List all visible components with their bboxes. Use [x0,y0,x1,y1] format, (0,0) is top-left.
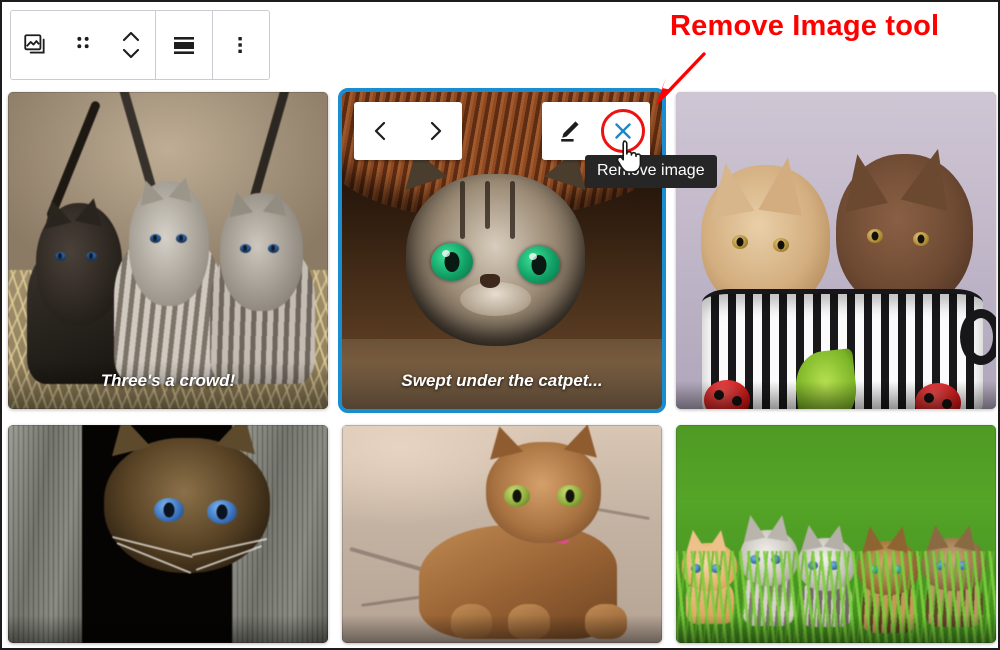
cat-head [482,425,605,543]
kitten-eye-right [207,500,238,525]
drag-handle-icon[interactable] [59,11,107,79]
floor [342,339,662,409]
remove-image-button[interactable] [596,102,650,160]
gallery-image-mug-kittens[interactable] [676,92,996,409]
gallery-block-editor: Remove Image tool Three's a crowd! Swept… [0,0,1000,650]
cat-face [394,144,597,346]
gallery-figure[interactable]: Three's a crowd! [8,92,328,409]
image-nav-controls [354,102,462,160]
move-updown-icon[interactable] [107,11,155,79]
photo-mug-kittens [676,92,996,409]
close-icon [615,123,631,139]
move-image-backward-button[interactable] [354,102,408,160]
block-toolbar [10,10,270,80]
kitten-head [103,425,271,574]
move-image-forward-button[interactable] [408,102,462,160]
photo-three-kittens [8,92,328,409]
remove-image-tooltip: Remove image [585,155,717,188]
block-toolbar-group-primary [11,11,156,79]
gallery-figure[interactable] [8,425,328,643]
kitten-silver-right [209,92,316,384]
block-toolbar-group-more [213,11,269,79]
more-options-icon[interactable] [213,11,269,79]
cat-eye-left [504,484,531,507]
block-toolbar-group-align [156,11,213,79]
photo-ground-tabby [342,425,662,643]
gallery-figure[interactable] [342,425,662,643]
gallery-image-catpet[interactable]: Swept under the catpet... [338,88,666,413]
cat-eye-right [556,484,583,507]
gallery-grid: Three's a crowd! Swept under the catpet.… [8,88,996,643]
gallery-figure-selected[interactable]: Swept under the catpet... [338,88,666,413]
mug-handle [960,308,996,365]
gallery-image-ground-tabby[interactable] [342,425,662,643]
photo-grass-kittens [676,425,996,643]
gallery-figure[interactable] [676,92,996,409]
annotation-label: Remove Image tool [670,10,940,42]
kitten-eye-left [153,497,184,522]
gallery-image-three-kittens[interactable]: Three's a crowd! [8,92,328,409]
cat-eye-right [518,246,561,285]
kitten-silver-middle [111,92,223,384]
gallery-image-grass-kittens[interactable] [676,425,996,643]
gallery-block-icon[interactable] [11,11,59,79]
grass-texture [676,551,996,643]
gallery-figure[interactable] [676,425,996,643]
striped-mug [701,288,984,409]
gallery-image-fence-kitten[interactable] [8,425,328,643]
pencil-icon [561,121,579,142]
cat-eye-left [431,242,474,281]
image-edit-controls [542,102,650,160]
align-icon[interactable] [156,11,212,79]
edit-image-button[interactable] [542,102,596,160]
photo-fence-kitten [8,425,328,643]
